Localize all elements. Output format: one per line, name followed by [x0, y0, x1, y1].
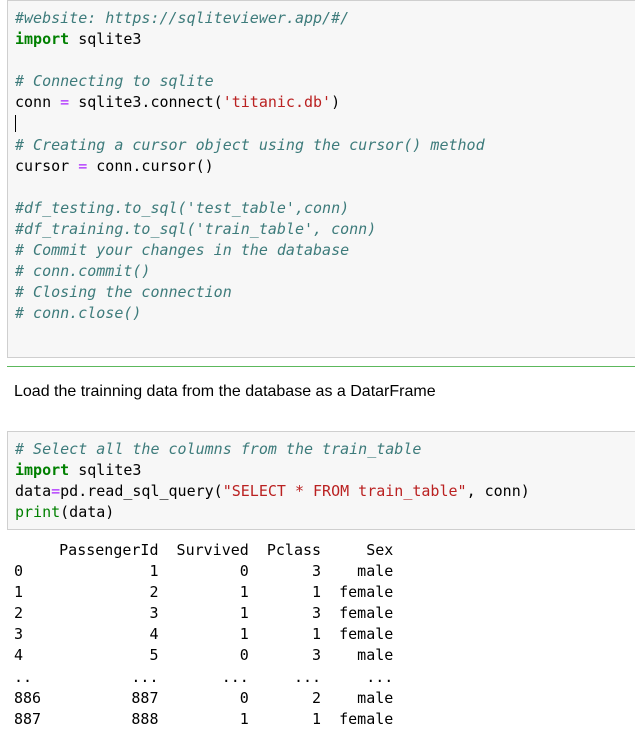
- output-header: PassengerId Survived Pclass Sex: [14, 541, 394, 559]
- output-row: 3 4 1 1 female: [14, 625, 394, 644]
- string-literal: 'titanic.db': [222, 93, 332, 112]
- comment-df-training: #df_training.to_sql('train_table', conn): [15, 219, 377, 238]
- builtin-print: print: [15, 503, 61, 522]
- code-text: conn.cursor(): [87, 156, 214, 175]
- comment-website: #website: https://sqliteviewer.app/#/: [15, 9, 350, 27]
- comment-cursor-object: # Creating a cursor object using the cur…: [15, 135, 485, 154]
- code-text: data: [15, 482, 52, 501]
- code-cell-sqlite-connection[interactable]: #website: https://sqliteviewer.app/#/ im…: [7, 0, 635, 358]
- operator: =: [60, 93, 70, 112]
- code-editor[interactable]: # Select all the columns from the train_…: [15, 439, 530, 523]
- comment-select-all: # Select all the columns from the train_…: [15, 440, 422, 458]
- comment-conn-close: # conn.close(): [15, 304, 142, 323]
- comment-connecting: # Connecting to sqlite: [15, 72, 214, 91]
- module-name: sqlite3: [69, 461, 142, 480]
- code-text: pd.read_sql_query(: [60, 482, 223, 501]
- output-row: 887 888 1 1 female: [14, 709, 394, 728]
- operator: =: [51, 482, 61, 501]
- keyword-import: import: [15, 461, 70, 480]
- output-row: 1 2 1 1 female: [14, 583, 394, 602]
- keyword-import: import: [15, 30, 70, 49]
- comment-conn-commit: # conn.commit(): [15, 262, 151, 281]
- code-text: conn: [15, 93, 61, 112]
- comment-df-testing: #df_testing.to_sql('test_table',conn): [15, 198, 350, 217]
- code-text: cursor: [15, 156, 79, 175]
- cell-output: PassengerId Survived Pclass Sex 0 1 0 3 …: [14, 540, 393, 730]
- code-text: sqlite3.connect(: [69, 93, 223, 112]
- module-name: sqlite3: [69, 30, 142, 49]
- output-row: 886 887 0 2 male: [14, 688, 394, 707]
- code-cell-read-sql[interactable]: # Select all the columns from the train_…: [7, 431, 635, 530]
- output-row: 4 5 0 3 male: [14, 646, 394, 665]
- comment-commit-changes: # Commit your changes in the database: [15, 241, 350, 260]
- code-text: , conn): [466, 482, 530, 501]
- text-cursor: [15, 115, 16, 133]
- comment-closing: # Closing the connection: [15, 283, 232, 302]
- output-row: 0 1 0 3 male: [14, 562, 394, 581]
- output-row: 2 3 1 3 female: [14, 604, 394, 623]
- code-text: ): [331, 93, 341, 112]
- code-text: (data): [60, 503, 115, 522]
- output-row: .. ... ... ... ...: [14, 667, 394, 686]
- markdown-cell-text[interactable]: Load the trainning data from the databas…: [14, 383, 436, 401]
- cell-separator: [7, 366, 635, 367]
- operator: =: [78, 156, 88, 175]
- code-editor[interactable]: #website: https://sqliteviewer.app/#/ im…: [15, 8, 485, 324]
- string-literal: "SELECT * FROM train_table": [222, 482, 467, 501]
